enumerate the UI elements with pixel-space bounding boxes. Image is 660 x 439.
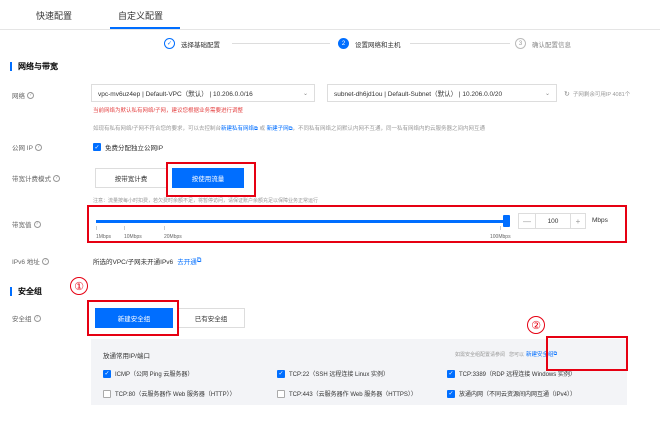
step-label: 设置网络和主机 xyxy=(355,41,401,49)
step-number: 2 xyxy=(338,38,349,49)
create-subnet-link[interactable]: 新建子网 xyxy=(267,126,289,132)
help-icon[interactable]: ? xyxy=(53,174,60,182)
help-icon[interactable]: ? xyxy=(41,257,49,265)
port-option-tcp22[interactable]: ✓ TCP:22（SSH 远程连接 Linux 实例） xyxy=(277,369,389,378)
checkbox-unchecked-icon[interactable] xyxy=(103,389,111,398)
chevron-down-icon: ⌄ xyxy=(302,90,308,97)
checkbox-checked-icon[interactable]: ✓ xyxy=(447,389,455,398)
ipv6-label: IPv6 地址? xyxy=(12,256,49,266)
checkbox-unchecked-icon[interactable] xyxy=(277,389,285,398)
slider-tick xyxy=(500,226,501,230)
slider-tick xyxy=(124,226,125,230)
tab-custom-config[interactable]: 自定义配置 xyxy=(118,9,163,22)
step-number: 3 xyxy=(515,38,526,49)
public-ip-checkbox-row[interactable]: ✓ 免费分配独立公网IP xyxy=(93,142,163,152)
network-help-text: 如现有私有网络/子网不符合您的要求，可以去控制台新建私有网络⧉ 或 新建子网⧉，… xyxy=(93,126,486,132)
help-icon[interactable]: ? xyxy=(33,314,41,322)
annotation-box-billing xyxy=(166,162,256,197)
refresh-icon[interactable]: ↻ xyxy=(564,90,570,98)
chevron-down-icon: ⌄ xyxy=(544,90,550,97)
annotation-number-1: ① xyxy=(70,277,88,295)
slider-tick xyxy=(96,226,97,230)
step-3: 3 确认配置信息 xyxy=(515,38,571,49)
section-title-security: 安全组 xyxy=(10,287,42,296)
bandwidth-slider-handle[interactable] xyxy=(503,215,510,227)
security-group-label: 安全组? xyxy=(12,313,41,323)
checkbox-checked-icon[interactable]: ✓ xyxy=(277,369,285,378)
network-label: 网络? xyxy=(12,90,34,100)
port-option-icmp[interactable]: ✓ ICMP（公网 Ping 云服务器） xyxy=(103,369,193,378)
help-icon[interactable]: ? xyxy=(27,91,34,99)
create-vpc-link[interactable]: 新建私有网络 xyxy=(221,126,254,132)
external-link-icon: ⧉ xyxy=(254,126,258,132)
bandwidth-label: 带宽值? xyxy=(12,219,41,229)
step-connector xyxy=(410,43,510,44)
slider-tick-label: 1Mbps xyxy=(96,234,112,240)
ipv6-status: 所选的VPC/子网未开通IPv6 去开通 ⧉ xyxy=(93,256,202,266)
enable-ipv6-link[interactable]: 去开通 xyxy=(177,256,197,266)
annotation-box-new-sg xyxy=(87,300,179,336)
annotation-box-new-sg-link xyxy=(546,336,628,371)
checkbox-checked-icon[interactable]: ✓ xyxy=(447,369,455,378)
default-network-warning: 当前网络为默认私有网络/子网，建议您根据业务需要进行调整 xyxy=(93,108,244,114)
bandwidth-stepper[interactable]: — 100 + xyxy=(518,213,586,229)
step-label: 选择基础配置 xyxy=(181,41,220,49)
billing-bandwidth-button[interactable]: 按带宽计费 xyxy=(95,168,167,188)
port-option-tcp443[interactable]: TCP:443（云服务器作 Web 服务器（HTTPS）） xyxy=(277,389,417,398)
refresh-row: ↻ 子网剩余可用IP 4081个 xyxy=(564,90,631,98)
external-link-icon: ⧉ xyxy=(196,257,202,264)
bandwidth-unit: Mbps xyxy=(592,217,608,224)
decrement-button[interactable]: — xyxy=(519,214,535,228)
increment-button[interactable]: + xyxy=(571,214,585,228)
subnet-select[interactable]: subnet-dh6jd1ou | Default-Subnet（默认） | 1… xyxy=(327,84,557,102)
public-ip-label: 公网 IP? xyxy=(12,142,42,152)
step-label: 确认配置信息 xyxy=(532,41,571,49)
checkbox-checked-icon[interactable]: ✓ xyxy=(93,143,101,151)
existing-security-group-button[interactable]: 已有安全组 xyxy=(177,308,245,328)
billing-mode-label: 带宽计费模式? xyxy=(12,173,60,183)
help-icon[interactable]: ? xyxy=(34,143,42,151)
step-connector xyxy=(232,43,330,44)
billing-note: 注意：流量按每小时扣费，若欠费时余额不足，将暂停访问，请保证账户余额充足以保障业… xyxy=(93,198,319,204)
slider-tick xyxy=(164,226,165,230)
port-option-intranet[interactable]: ✓ 放通内网（不同云资源间内网互通（IPv4）） xyxy=(447,389,576,398)
bandwidth-slider-fill xyxy=(96,220,506,223)
slider-tick-label: 20Mbps xyxy=(164,234,182,240)
tab-quick-config[interactable]: 快速配置 xyxy=(36,9,72,22)
checkbox-checked-icon[interactable]: ✓ xyxy=(103,369,111,378)
slider-tick-label: 100Mbps xyxy=(490,234,511,240)
step-1: ✓ 选择基础配置 xyxy=(164,38,220,49)
slider-tick-label: 10Mbps xyxy=(124,234,142,240)
annotation-number-2: ② xyxy=(527,316,545,334)
section-title-network: 网络与带宽 xyxy=(10,62,58,71)
vpc-select[interactable]: vpc-mv6uz4ep | Default-VPC（默认） | 10.206.… xyxy=(91,84,315,102)
active-tab-indicator xyxy=(110,27,180,29)
bandwidth-input[interactable]: 100 xyxy=(535,214,571,228)
port-option-tcp80[interactable]: TCP:80（云服务器作 Web 服务器（HTTP）） xyxy=(103,389,236,398)
ports-right-note: 如需安全组配置请参阅 您可以 新建安全组 ⧉ xyxy=(455,351,558,358)
check-icon: ✓ xyxy=(164,38,175,49)
step-2: 2 设置网络和主机 xyxy=(338,38,401,49)
top-tab-bar: 快速配置 自定义配置 xyxy=(0,0,660,30)
ports-title: 放通常用IP/端口 xyxy=(103,353,150,360)
help-icon[interactable]: ? xyxy=(33,220,41,228)
